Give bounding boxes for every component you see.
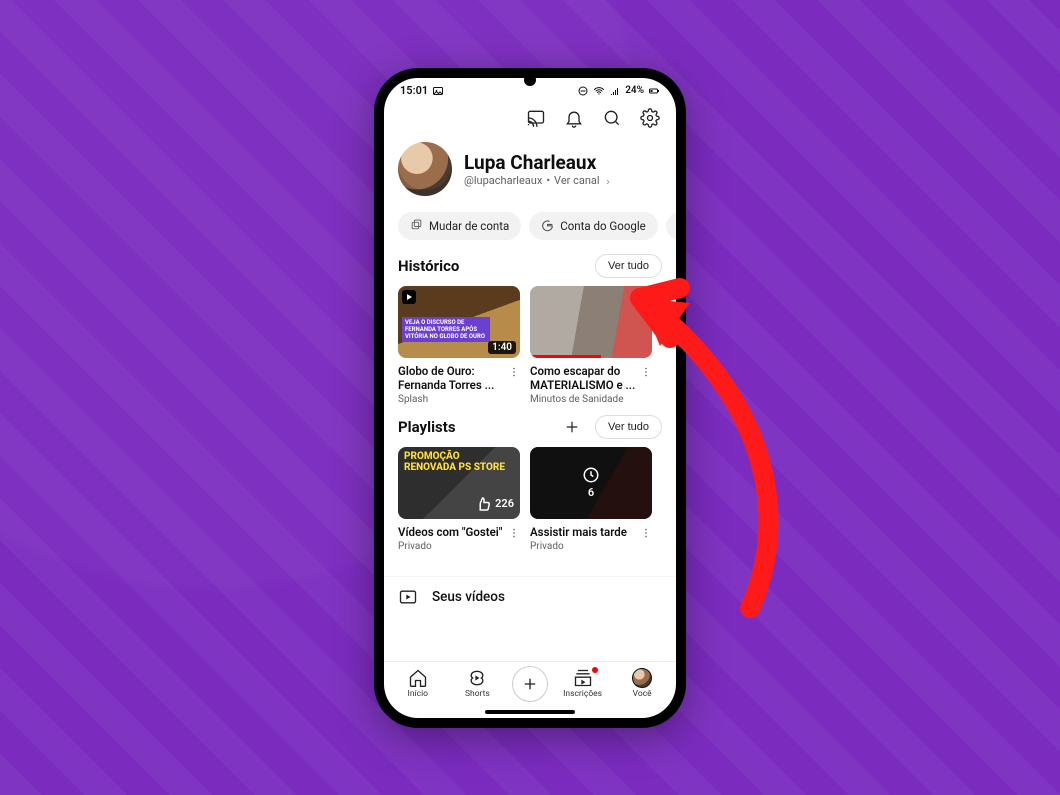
image-indicator-icon <box>432 85 444 97</box>
nav-you[interactable]: Você <box>617 668 667 699</box>
settings-icon[interactable] <box>640 108 660 128</box>
google-account-chip[interactable]: Conta do Google <box>529 212 657 240</box>
nav-you-label: Você <box>633 689 652 699</box>
punch-hole-camera <box>524 74 536 86</box>
bottom-navigation: Início Shorts Inscrições Você <box>384 661 676 708</box>
nav-shorts[interactable]: Shorts <box>452 668 502 699</box>
wifi-icon <box>593 85 605 97</box>
profile-display-name: Lupa Charleaux <box>464 151 612 174</box>
video-channel: Minutos de Sanidade <box>530 392 636 405</box>
video-title: Como escapar do MATERIALISMO e ... <box>530 364 636 392</box>
search-icon[interactable] <box>602 108 622 128</box>
shorts-badge-icon <box>402 290 416 304</box>
play-square-icon <box>398 587 418 607</box>
profile-handle: @lupacharleaux <box>464 174 542 187</box>
history-section: Histórico Ver tudo VEJA O DISCURSO DE FE… <box>384 254 676 415</box>
playlists-section: Playlists Ver tudo PROMOÇÃO RENOVADA PS … <box>384 415 676 576</box>
profile-subline[interactable]: @lupacharleaux • Ver canal <box>464 174 612 187</box>
playlist-item[interactable]: 6 Assistir mais tarde Privado <box>530 447 652 566</box>
playlist-item[interactable]: PROMOÇÃO RENOVADA PS STORE 226 Vídeos co… <box>398 447 520 566</box>
profile-header[interactable]: Lupa Charleaux @lupacharleaux • Ver cana… <box>384 136 676 206</box>
google-account-label: Conta do Google <box>560 219 645 233</box>
playlists-title: Playlists <box>398 418 456 436</box>
battery-percent: 24% <box>625 85 644 96</box>
playlist-count: 6 <box>588 486 594 499</box>
nav-avatar-icon <box>632 668 652 688</box>
thumb-promo-text: PROMOÇÃO RENOVADA PS STORE <box>404 451 514 473</box>
more-icon[interactable] <box>640 525 652 539</box>
progress-bar <box>530 355 601 358</box>
your-videos-label: Seus vídeos <box>432 589 505 605</box>
nav-subscriptions-label: Inscrições <box>563 689 602 699</box>
thumbnail-overlay-text: VEJA O DISCURSO DE FERNANDA TORRES APÓS … <box>402 317 490 342</box>
status-time: 15:01 <box>400 84 428 97</box>
playlist-sub: Privado <box>530 539 636 552</box>
history-item[interactable]: Como escapar do MATERIALISMO e ... Minut… <box>530 286 652 405</box>
screen: 15:01 24% Lupa Charleaux <box>384 78 676 718</box>
cast-icon[interactable] <box>526 108 546 128</box>
your-videos-row[interactable]: Seus vídeos <box>384 576 676 617</box>
add-playlist-icon[interactable] <box>563 418 581 436</box>
more-icon[interactable] <box>508 525 520 539</box>
app-bar <box>384 104 676 136</box>
video-channel: Splash <box>398 392 504 405</box>
video-duration: 1:40 <box>488 341 516 354</box>
history-item[interactable]: VEJA O DISCURSO DE FERNANDA TORRES APÓS … <box>398 286 520 405</box>
playlist-title: Vídeos com "Gostei" <box>398 525 504 539</box>
playlist-sub: Privado <box>398 539 504 552</box>
avatar <box>398 142 452 196</box>
more-icon[interactable] <box>640 364 652 378</box>
nav-home[interactable]: Início <box>393 668 443 699</box>
activate-chip[interactable]: Ativa <box>666 212 676 240</box>
history-carousel[interactable]: VEJA O DISCURSO DE FERNANDA TORRES APÓS … <box>398 286 662 405</box>
switch-account-label: Mudar de conta <box>429 219 509 233</box>
playlist-title: Assistir mais tarde <box>530 525 636 539</box>
more-icon[interactable] <box>508 364 520 378</box>
signal-icon <box>609 85 621 97</box>
view-channel-link[interactable]: Ver canal <box>554 174 600 187</box>
chevron-right-icon <box>604 176 612 184</box>
bell-icon[interactable] <box>564 108 584 128</box>
phone-frame: 15:01 24% Lupa Charleaux <box>374 68 686 728</box>
nav-subscriptions[interactable]: Inscrições <box>558 668 608 699</box>
nav-shorts-label: Shorts <box>465 689 490 699</box>
playlists-carousel[interactable]: PROMOÇÃO RENOVADA PS STORE 226 Vídeos co… <box>398 447 662 566</box>
history-title: Histórico <box>398 257 459 275</box>
battery-icon <box>648 85 660 97</box>
account-chips-row: Mudar de conta Conta do Google Ativa <box>384 206 676 254</box>
nav-create-button[interactable] <box>512 666 548 702</box>
history-see-all-button[interactable]: Ver tudo <box>595 254 662 278</box>
playlists-see-all-button[interactable]: Ver tudo <box>595 415 662 439</box>
switch-account-chip[interactable]: Mudar de conta <box>398 212 521 240</box>
video-title: Globo de Ouro: Fernanda Torres ... <box>398 364 504 392</box>
playlist-count: 226 <box>495 497 514 510</box>
nav-home-label: Início <box>408 689 428 699</box>
gesture-bar <box>485 710 575 714</box>
dnd-icon <box>577 85 589 97</box>
